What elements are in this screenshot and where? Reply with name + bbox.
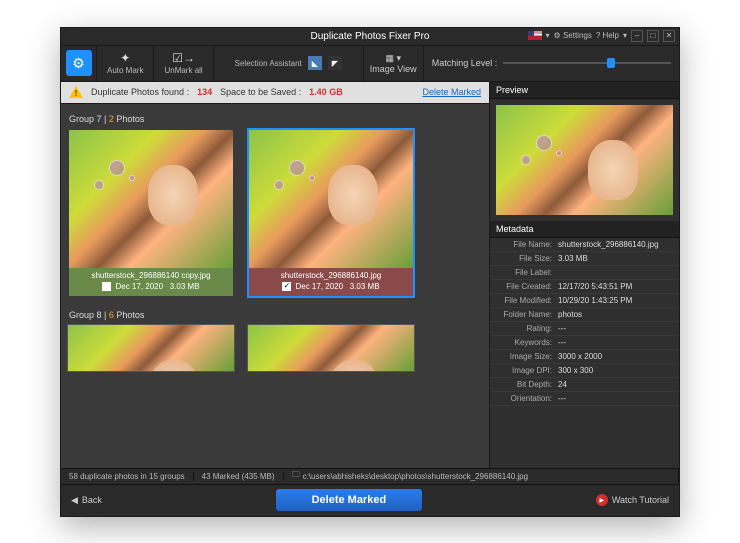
main-panel: ! Duplicate Photos found : 134 Space to … <box>61 82 489 468</box>
slider-thumb[interactable] <box>607 58 615 68</box>
metadata-row: File Name:shutterstock_296886140.jpg <box>490 238 679 252</box>
matching-slider[interactable] <box>503 62 671 64</box>
dup-count: 134 <box>197 87 212 97</box>
app-title: Duplicate Photos Fixer Pro <box>311 31 430 42</box>
photo-card[interactable] <box>247 324 415 372</box>
status-path: 🗀 c:\users\abhisheks\desktop\photos\shut… <box>284 469 679 483</box>
metadata-value: photos <box>558 310 673 319</box>
metadata-value: 300 x 300 <box>558 366 673 375</box>
metadata-row: Orientation:--- <box>490 392 679 406</box>
preview-header: Preview <box>490 82 679 99</box>
metadata-row: Rating:--- <box>490 322 679 336</box>
photo-checkbox[interactable] <box>102 282 111 291</box>
metadata-value: 3000 x 2000 <box>558 352 673 361</box>
metadata-value: --- <box>558 338 673 347</box>
photo-card[interactable]: shutterstock_296886140 copy.jpg Dec 17, … <box>67 128 235 298</box>
metadata-key: Folder Name: <box>496 310 558 319</box>
status-summary: 58 duplicate photos in 15 groups <box>61 472 194 481</box>
wand-icon: ✦ <box>120 51 130 65</box>
metadata-value <box>558 268 673 277</box>
close-button[interactable]: ✕ <box>663 30 675 42</box>
metadata-row: File Size:3.03 MB <box>490 252 679 266</box>
toolbar: ⚙ ✦ Auto Mark ☑→ UnMark all Selection As… <box>61 46 679 82</box>
selection-assistant: Selection Assistant ◣ ◤ <box>214 46 364 81</box>
metadata-row: File Modified:10/29/20 1:43:25 PM <box>490 294 679 308</box>
metadata-value: 3.03 MB <box>558 254 673 263</box>
photo-card[interactable]: shutterstock_296886140.jpg Dec 17, 2020 … <box>247 128 415 298</box>
metadata-list: File Name:shutterstock_296886140.jpgFile… <box>490 238 679 468</box>
app-window: Duplicate Photos Fixer Pro ▾ ⚙ Settings … <box>60 27 680 517</box>
photo-card[interactable] <box>67 324 235 372</box>
back-button[interactable]: ◀ Back <box>71 495 102 506</box>
metadata-row: File Label: <box>490 266 679 280</box>
image-view-button[interactable]: ▦ ▾ Image View <box>364 46 424 81</box>
unmarkall-button[interactable]: ☑→ UnMark all <box>154 46 213 81</box>
group-header: Group 7 | 2 Photos <box>67 110 483 128</box>
minimize-button[interactable]: – <box>631 30 643 42</box>
metadata-key: File Modified: <box>496 296 558 305</box>
photo-caption: shutterstock_296886140.jpg Dec 17, 2020 … <box>249 268 413 296</box>
back-icon: ◀ <box>71 495 78 506</box>
metadata-value: 10/29/20 1:43:25 PM <box>558 296 673 305</box>
folder-icon: 🗀 <box>292 469 300 483</box>
titlebar-controls: ▾ ⚙ Settings ? Help ▾ – □ ✕ <box>528 30 675 42</box>
flag-icon[interactable] <box>528 31 542 40</box>
selection-mode-b[interactable]: ◤ <box>328 56 342 70</box>
help-dropdown[interactable]: ▾ <box>623 31 627 40</box>
metadata-key: File Name: <box>496 240 558 249</box>
info-bar: ! Duplicate Photos found : 134 Space to … <box>61 82 489 104</box>
footer: ◀ Back Delete Marked ▶ Watch Tutorial <box>61 484 679 516</box>
status-bar: 58 duplicate photos in 15 groups 43 Mark… <box>61 468 679 484</box>
metadata-key: Bit Depth: <box>496 380 558 389</box>
metadata-row: Folder Name:photos <box>490 308 679 322</box>
warning-icon: ! <box>69 86 83 98</box>
help-link[interactable]: ? Help <box>596 31 619 40</box>
metadata-value: --- <box>558 394 673 403</box>
metadata-value: --- <box>558 324 673 333</box>
delete-marked-button[interactable]: Delete Marked <box>276 489 423 511</box>
delete-marked-link[interactable]: Delete Marked <box>422 87 481 97</box>
status-marked: 43 Marked (435 MB) <box>194 472 284 481</box>
metadata-row: Keywords:--- <box>490 336 679 350</box>
titlebar: Duplicate Photos Fixer Pro ▾ ⚙ Settings … <box>61 28 679 46</box>
metadata-key: Rating: <box>496 324 558 333</box>
metadata-key: File Label: <box>496 268 558 277</box>
metadata-key: Keywords: <box>496 338 558 347</box>
metadata-value: shutterstock_296886140.jpg <box>558 240 673 249</box>
metadata-row: Bit Depth:24 <box>490 378 679 392</box>
side-panel: Preview Metadata File Name:shutterstock_… <box>489 82 679 468</box>
group-header: Group 8 | 6 Photos <box>67 306 483 324</box>
photo-thumbnail[interactable] <box>69 130 233 268</box>
metadata-key: File Size: <box>496 254 558 263</box>
play-icon: ▶ <box>596 494 608 506</box>
space-value: 1.40 GB <box>309 87 343 97</box>
metadata-value: 12/17/20 5:43:51 PM <box>558 282 673 291</box>
metadata-key: File Created: <box>496 282 558 291</box>
uncheck-icon: ☑→ <box>172 51 195 65</box>
metadata-key: Image Size: <box>496 352 558 361</box>
metadata-row: Image Size:3000 x 2000 <box>490 350 679 364</box>
matching-level: Matching Level : <box>424 46 679 81</box>
selection-mode-a[interactable]: ◣ <box>308 56 322 70</box>
photo-checkbox[interactable] <box>282 282 291 291</box>
gear-icon: ⚙ <box>72 55 85 72</box>
lang-dropdown[interactable]: ▾ <box>546 31 550 40</box>
photo-caption: shutterstock_296886140 copy.jpg Dec 17, … <box>69 268 233 296</box>
preview-area <box>490 99 679 221</box>
metadata-header: Metadata <box>490 221 679 238</box>
metadata-row: File Created:12/17/20 5:43:51 PM <box>490 280 679 294</box>
preview-image <box>496 105 673 215</box>
settings-link[interactable]: ⚙ Settings <box>554 31 592 40</box>
grid-icon: ▦ ▾ <box>385 53 401 64</box>
groups-area: Group 7 | 2 Photos shutterstock_29688614… <box>61 104 489 468</box>
maximize-button[interactable]: □ <box>647 30 659 42</box>
metadata-row: Image DPI:300 x 300 <box>490 364 679 378</box>
watch-tutorial-button[interactable]: ▶ Watch Tutorial <box>596 494 669 506</box>
metadata-value: 24 <box>558 380 673 389</box>
metadata-key: Orientation: <box>496 394 558 403</box>
photo-thumbnail[interactable] <box>249 130 413 268</box>
automark-button[interactable]: ✦ Auto Mark <box>97 46 154 81</box>
metadata-key: Image DPI: <box>496 366 558 375</box>
app-logo: ⚙ <box>61 46 97 81</box>
